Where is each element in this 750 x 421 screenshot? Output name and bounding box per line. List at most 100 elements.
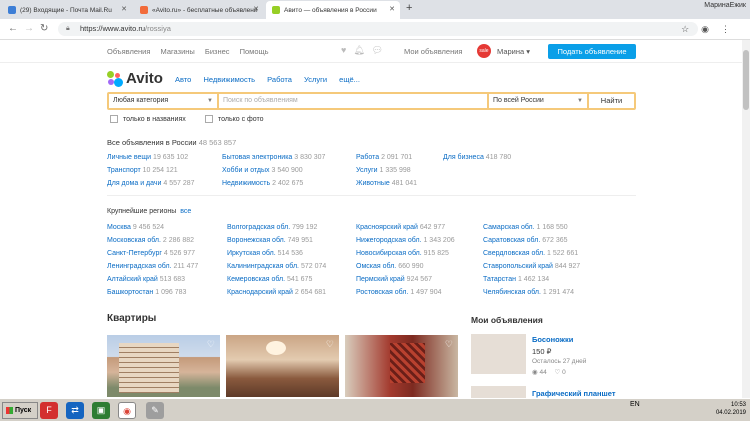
region-link[interactable]: Воронежская обл. 749 951 [227, 237, 313, 244]
region-link[interactable]: Москва 9 456 524 [107, 224, 164, 231]
scrollbar-thumb[interactable] [743, 50, 749, 110]
region-link[interactable]: Саратовская обл. 672 365 [483, 237, 568, 244]
my-ad-title[interactable]: Босоножки [532, 335, 573, 344]
user-menu[interactable]: Марина ▾ [497, 47, 530, 56]
nav-help-link[interactable]: Помощь [240, 47, 269, 56]
new-tab-plus-icon[interactable]: + [406, 2, 412, 14]
close-tab-icon[interactable]: ✕ [389, 5, 395, 13]
reload-icon[interactable]: ↻ [40, 23, 48, 34]
my-ad-title[interactable]: Графический планшет [532, 389, 616, 398]
foxit-app-icon[interactable]: F [40, 402, 58, 419]
avito-favicon-icon [140, 6, 148, 14]
my-ad-thumbnail[interactable] [471, 386, 526, 398]
region-link[interactable]: Омская обл. 660 990 [356, 263, 424, 270]
url-field[interactable]: 🔒︎ https://www.avito.ru/rossiya [58, 22, 698, 36]
cat-nav-jobs[interactable]: Работа [267, 75, 292, 84]
region-link[interactable]: Волгоградская обл. 799 192 [227, 224, 317, 231]
avito-dots-icon [107, 70, 123, 87]
close-tab-icon[interactable]: ✕ [121, 5, 127, 13]
browser-toolbar-icons[interactable]: ☆◉⋮ [681, 24, 742, 35]
category-link[interactable]: Недвижимость 2 402 675 [222, 180, 303, 187]
region-link[interactable]: Красноярский край 642 977 [356, 224, 445, 231]
region-link[interactable]: Кемеровская обл. 541 675 [227, 276, 312, 283]
category-link[interactable]: Хобби и отдых 3 540 900 [222, 167, 303, 174]
region-link[interactable]: Иркутская обл. 514 536 [227, 250, 303, 257]
forward-arrow-icon[interactable]: → [24, 23, 34, 34]
region-link[interactable]: Свердловская обл. 1 522 661 [483, 250, 578, 257]
only-titles-checkbox[interactable]: только в названиях [110, 115, 186, 123]
my-ads-link[interactable]: Мои объявления [404, 47, 463, 56]
app-icon[interactable]: ✎ [146, 402, 164, 419]
category-select[interactable]: Любая категория ▼ [109, 94, 217, 108]
favorites-notifications-messages-icons[interactable]: ♥🔔︎💬︎ [341, 45, 390, 56]
region-link[interactable]: Ленинградская обл. 211 477 [107, 263, 198, 270]
avito-logo[interactable]: Avito [107, 70, 163, 87]
region-link[interactable]: Нижегородская обл. 1 343 206 [356, 237, 455, 244]
back-arrow-icon[interactable]: ← [8, 23, 18, 34]
nav-ads-link[interactable]: Объявления [107, 47, 150, 56]
window-profile-name[interactable]: МаринаЕжик [704, 2, 746, 9]
region-link[interactable]: Калининградская обл. 572 074 [227, 263, 326, 270]
divider [107, 195, 636, 196]
category-link[interactable]: Для дома и дачи 4 557 287 [107, 180, 195, 187]
cat-nav-auto[interactable]: Авто [175, 75, 191, 84]
region-link[interactable]: Башкортостан 1 096 783 [107, 289, 186, 296]
category-link[interactable]: Бытовая электроника 3 830 307 [222, 154, 325, 161]
site-top-nav: Объявления Магазины Бизнес Помощь [107, 47, 277, 56]
nav-shops-link[interactable]: Магазины [160, 47, 194, 56]
heart-icon[interactable]: ♡ [445, 339, 453, 350]
region-select[interactable]: По всей России ▼ [489, 94, 587, 108]
cat-nav-more[interactable]: ещё... [339, 75, 360, 84]
all-regions-link[interactable]: все [180, 208, 191, 215]
nav-business-link[interactable]: Бизнес [205, 47, 230, 56]
only-photo-checkbox[interactable]: только с фото [205, 115, 264, 123]
language-indicator[interactable]: EN [630, 401, 640, 408]
lock-icon: 🔒︎ [66, 25, 70, 32]
listing-photo[interactable]: ♡ [107, 335, 220, 397]
region-link[interactable]: Челябинская обл. 1 291 474 [483, 289, 574, 296]
region-link[interactable]: Алтайский край 513 683 [107, 276, 185, 283]
close-tab-icon[interactable]: ✕ [253, 5, 259, 13]
my-ad-remaining: Осталось 27 дней [532, 358, 587, 365]
search-bar: Любая категория ▼ Поиск по объявлениям П… [107, 92, 636, 110]
find-button[interactable]: Найти [589, 94, 634, 108]
region-link[interactable]: Краснодарский край 2 654 681 [227, 289, 326, 296]
teamviewer-app-icon[interactable]: ⇄ [66, 402, 84, 419]
sale-badge-icon[interactable]: sale [477, 44, 491, 58]
category-link[interactable]: Услуги 1 335 998 [356, 167, 411, 174]
chrome-app-icon[interactable]: ◉ [118, 402, 136, 419]
my-ad-stats: ◉ 44 ♡ 0 [532, 369, 566, 376]
region-link[interactable]: Ростовская обл. 1 497 904 [356, 289, 442, 296]
category-link[interactable]: Для бизнеса 418 780 [443, 154, 511, 161]
site-top-bar: Объявления Магазины Бизнес Помощь ♥🔔︎💬︎ … [0, 40, 742, 63]
heart-icon[interactable]: ♡ [326, 339, 334, 350]
category-link[interactable]: Работа 2 091 701 [356, 154, 412, 161]
system-clock[interactable]: 10:53 04.02.2019 [716, 401, 746, 417]
region-link[interactable]: Санкт-Петербург 4 526 977 [107, 250, 195, 257]
region-link[interactable]: Ставропольский край 844 927 [483, 263, 580, 270]
region-link[interactable]: Самарская обл. 1 168 550 [483, 224, 568, 231]
search-input[interactable]: Поиск по объявлениям [219, 94, 487, 108]
region-link[interactable]: Московская обл. 2 286 882 [107, 237, 194, 244]
region-link[interactable]: Пермский край 924 567 [356, 276, 432, 283]
cat-nav-realty[interactable]: Недвижимость [203, 75, 255, 84]
cat-nav-services[interactable]: Услуги [304, 75, 327, 84]
post-ad-button[interactable]: Подать объявление [548, 44, 636, 59]
region-link[interactable]: Новосибирская обл. 915 825 [356, 250, 449, 257]
heart-icon[interactable]: ♡ [207, 339, 215, 350]
flats-heading: Квартиры [107, 313, 157, 324]
start-button[interactable]: Пуск [2, 402, 38, 419]
category-link[interactable]: Животные 481 041 [356, 180, 417, 187]
page-scrollbar[interactable] [742, 40, 750, 398]
category-link[interactable]: Личные вещи 19 635 102 [107, 154, 188, 161]
listing-photo[interactable]: ♡ [345, 335, 458, 397]
browser-tab-avito-active[interactable]: Авито — объявления в России ✕ [266, 1, 400, 19]
category-link[interactable]: Транспорт 10 254 121 [107, 167, 178, 174]
listing-photo[interactable]: ♡ [226, 335, 339, 397]
app-icon[interactable]: ▣ [92, 402, 110, 419]
my-ad-thumbnail[interactable] [471, 334, 526, 374]
browser-tab-avito-search[interactable]: «Avito.ru» - бесплатные объявлени ✕ [134, 1, 264, 19]
eye-icon: ◉ [532, 369, 538, 376]
region-link[interactable]: Татарстан 1 462 134 [483, 276, 549, 283]
browser-tab-mail[interactable]: (29) Входящие - Почта Mail.Ru ✕ [2, 1, 132, 19]
